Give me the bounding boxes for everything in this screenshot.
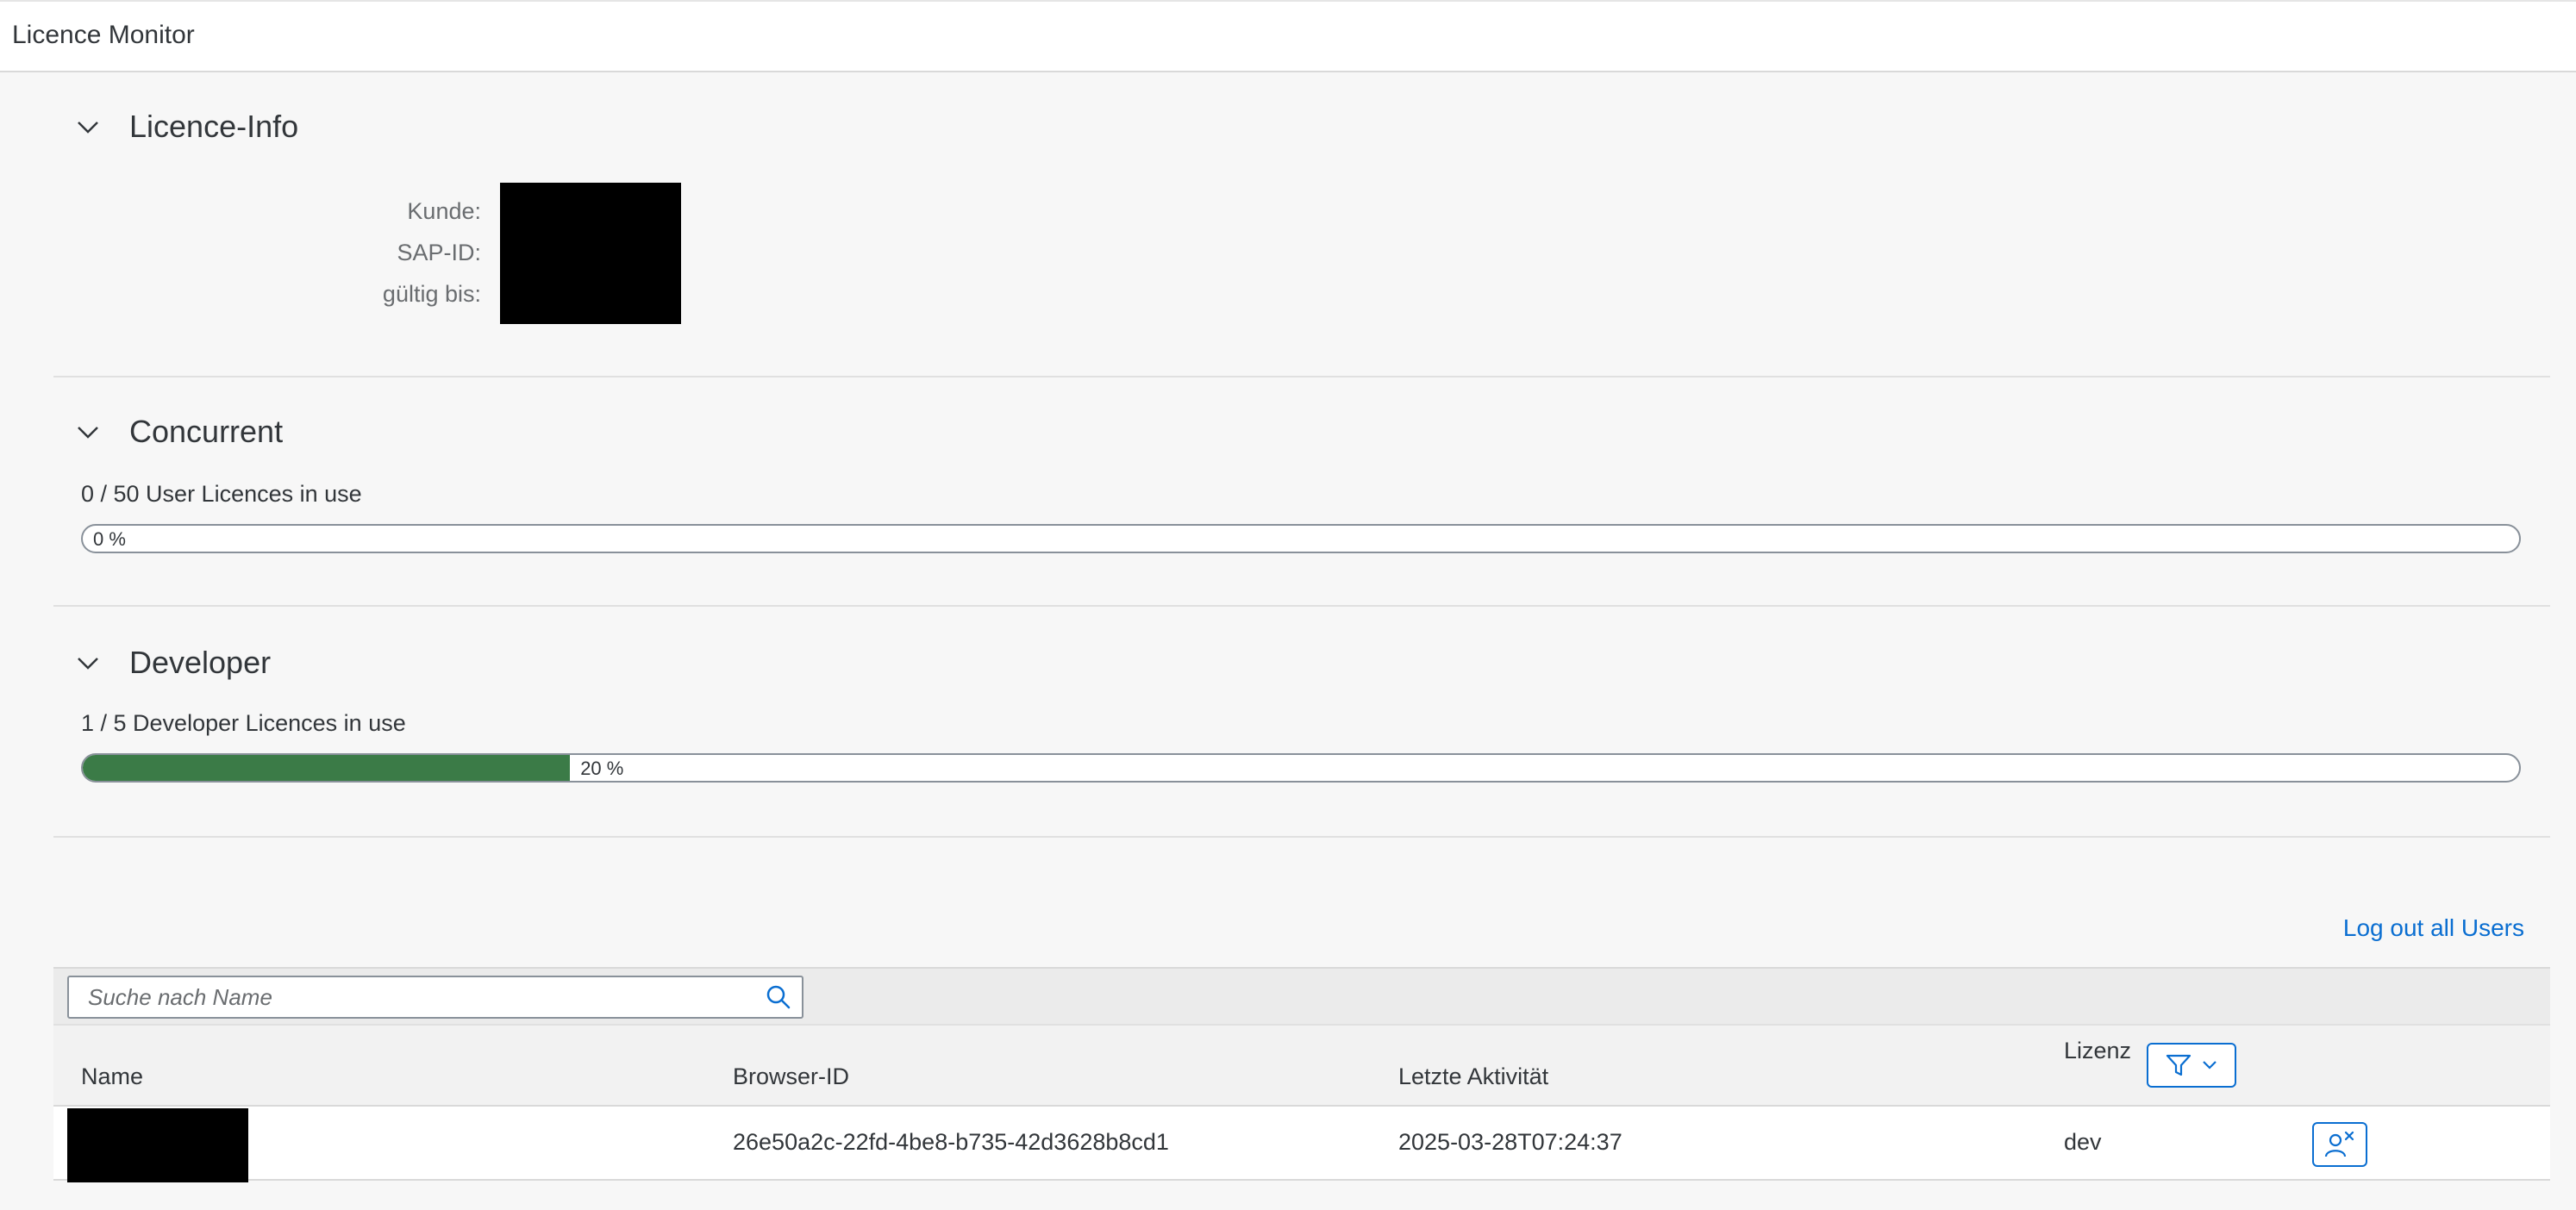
- chevron-down-icon: [78, 658, 98, 670]
- column-header-last-activity[interactable]: Letzte Aktivität: [1398, 1063, 1548, 1090]
- developer-usage-text: 1 / 5 Developer Licences in use: [81, 710, 406, 736]
- table-toolbar: [53, 967, 2550, 1024]
- section-divider: [53, 836, 2550, 838]
- search-button[interactable]: [762, 982, 795, 1012]
- concurrent-progress-bar: 0 %: [81, 524, 2521, 553]
- section-divider: [53, 376, 2550, 377]
- concurrent-title: Concurrent: [129, 414, 284, 449]
- licence-info-toggle[interactable]: [71, 110, 105, 145]
- customer-label: Kunde:: [407, 198, 481, 224]
- table-row[interactable]: 26e50a2c-22fd-4be8-b735-42d3628b8cd1 202…: [53, 1107, 2550, 1182]
- developer-title: Developer: [129, 645, 272, 680]
- licence-filter-button[interactable]: [2147, 1043, 2236, 1088]
- app-title: Licence Monitor: [12, 21, 195, 49]
- redacted-user-name: [67, 1108, 248, 1182]
- chevron-down-icon: [78, 122, 98, 134]
- table-header: Name Browser-ID Letzte Aktivität Lizenz: [53, 1024, 2550, 1107]
- chevron-down-icon: [78, 427, 98, 439]
- search-field: [67, 976, 803, 1019]
- sap-id-label: SAP-ID:: [397, 240, 481, 265]
- column-header-licence[interactable]: Lizenz: [2064, 1038, 2131, 1064]
- valid-until-label: gültig bis:: [382, 281, 481, 307]
- licence-info-title: Licence-Info: [129, 109, 299, 144]
- developer-progress-bar: 20 %: [81, 753, 2521, 783]
- app-header: Licence Monitor: [0, 0, 2576, 72]
- concurrent-usage-text: 0 / 50 User Licences in use: [81, 481, 362, 507]
- column-header-browser-id[interactable]: Browser-ID: [733, 1063, 849, 1090]
- logout-user-button[interactable]: [2312, 1122, 2367, 1167]
- search-icon: [766, 985, 791, 1009]
- column-header-name[interactable]: Name: [81, 1063, 143, 1090]
- cell-browser-id: 26e50a2c-22fd-4be8-b735-42d3628b8cd1: [733, 1129, 1169, 1155]
- cell-licence: dev: [2064, 1129, 2102, 1155]
- logout-all-users-link[interactable]: Log out all Users: [2343, 914, 2524, 942]
- section-divider: [53, 605, 2550, 607]
- concurrent-toggle[interactable]: [71, 415, 105, 450]
- filter-icon: [2166, 1054, 2191, 1076]
- person-logout-icon: [2324, 1131, 2354, 1157]
- cell-last-activity: 2025-03-28T07:24:37: [1398, 1129, 1623, 1155]
- search-input[interactable]: [69, 977, 741, 1017]
- redacted-licence-values: [500, 183, 681, 324]
- developer-progress-fill: [83, 755, 571, 781]
- developer-progress-value: 20 %: [580, 758, 624, 779]
- concurrent-progress-value: 0 %: [93, 528, 126, 550]
- chevron-down-icon: [2203, 1061, 2216, 1070]
- developer-toggle[interactable]: [71, 646, 105, 681]
